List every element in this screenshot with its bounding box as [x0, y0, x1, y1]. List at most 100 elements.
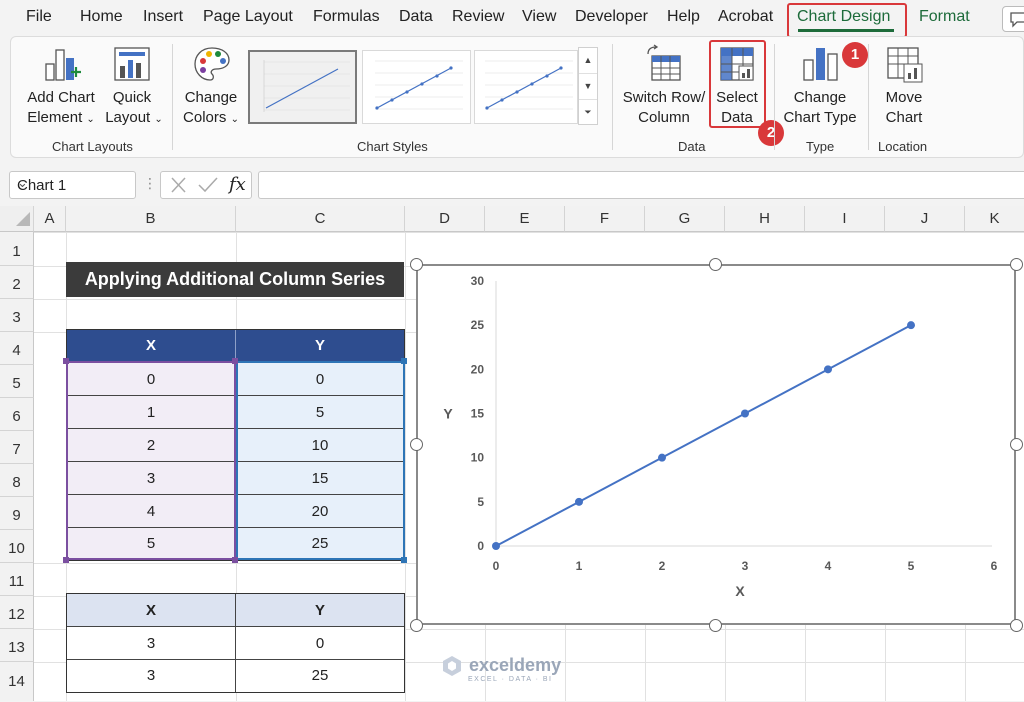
row-header-11[interactable]: 11 — [0, 563, 34, 596]
table2-cell-y[interactable]: 25 — [236, 660, 404, 692]
menu-format[interactable]: Format — [919, 8, 970, 26]
menu-view[interactable]: View — [522, 8, 556, 26]
row-header-7[interactable]: 7 — [0, 431, 34, 464]
chart-resize-handle[interactable] — [410, 619, 423, 632]
menu-formulas[interactable]: Formulas — [313, 8, 380, 26]
col-header-c[interactable]: C — [236, 206, 405, 232]
row-header-12[interactable]: 12 — [0, 596, 34, 629]
col-header-i[interactable]: I — [805, 206, 885, 232]
row-header-4[interactable]: 4 — [0, 332, 34, 365]
chart-resize-handle[interactable] — [709, 619, 722, 632]
scatter-chart[interactable]: 0 5 10 15 20 25 30 0 1 2 3 4 5 6 X Y — [416, 264, 1016, 625]
gallery-up-icon[interactable]: ▲ — [579, 48, 597, 74]
chart-resize-handle[interactable] — [1010, 258, 1023, 271]
move-chart-button[interactable]: Move Chart — [876, 44, 932, 128]
col-header-k[interactable]: K — [965, 206, 1024, 232]
col-header-a[interactable]: A — [34, 206, 66, 232]
range-handle[interactable] — [232, 557, 238, 563]
change-chart-type-label-2: Chart Type — [783, 109, 857, 126]
table2-cell-x[interactable]: 3 — [67, 627, 236, 660]
row-header-14[interactable]: 14 — [0, 662, 34, 701]
chart-style-2[interactable] — [362, 50, 471, 124]
gridline — [405, 232, 406, 701]
group-label-chart-styles: Chart Styles — [357, 139, 428, 154]
menu-page-layout[interactable]: Page Layout — [203, 8, 293, 26]
gallery-scroll[interactable]: ▲ ▼ ⏷ — [578, 47, 598, 125]
add-chart-element-label-2-text: Element — [27, 109, 83, 126]
chart-resize-handle[interactable] — [1010, 619, 1023, 632]
col-header-h[interactable]: H — [725, 206, 805, 232]
chart-style-3[interactable] — [474, 50, 578, 124]
row-header-6[interactable]: 6 — [0, 398, 34, 431]
menu-help[interactable]: Help — [667, 8, 700, 26]
col-header-g[interactable]: G — [645, 206, 725, 232]
menu-data[interactable]: Data — [399, 8, 433, 26]
range-handle[interactable] — [63, 358, 69, 364]
gallery-down-icon[interactable]: ▼ — [579, 74, 597, 100]
name-box[interactable]: Chart 1 ⌄ — [9, 171, 136, 199]
range-handle[interactable] — [63, 557, 69, 563]
col-header-f[interactable]: F — [565, 206, 645, 232]
add-chart-element-label-1: Add Chart — [27, 89, 95, 106]
row-header-1[interactable]: 1 — [0, 232, 34, 266]
comment-icon — [1010, 12, 1024, 28]
range-handle[interactable] — [401, 557, 407, 563]
change-colors-button[interactable]: Change Colors ⌄ — [180, 44, 242, 128]
table1-header-y[interactable]: Y — [236, 330, 404, 362]
row-header-2[interactable]: 2 — [0, 266, 34, 299]
row-header-8[interactable]: 8 — [0, 464, 34, 497]
table2-header-x[interactable]: X — [67, 594, 236, 627]
data-point — [824, 365, 832, 374]
comments-button[interactable] — [1002, 6, 1024, 32]
add-chart-element-button[interactable]: Add Chart Element ⌄ — [22, 44, 100, 128]
row-header-9[interactable]: 9 — [0, 497, 34, 530]
select-all-corner[interactable] — [0, 206, 34, 232]
table2-cell-y[interactable]: 0 — [236, 627, 404, 660]
switch-row-column-button[interactable]: Switch Row/ Column — [620, 44, 708, 128]
range-handle[interactable] — [401, 358, 407, 364]
formula-input[interactable] — [258, 171, 1024, 199]
row-header-10[interactable]: 10 — [0, 530, 34, 563]
col-header-d[interactable]: D — [405, 206, 485, 232]
x-tick-label: 4 — [825, 559, 832, 573]
ribbon-separator — [612, 44, 613, 150]
gallery-more-icon[interactable]: ⏷ — [579, 100, 597, 126]
col-header-e[interactable]: E — [485, 206, 565, 232]
data-point — [492, 542, 500, 550]
change-chart-type-button[interactable]: Change Chart Type — [780, 44, 860, 128]
range-handle[interactable] — [232, 358, 238, 364]
chevron-down-icon: ⌄ — [86, 114, 95, 125]
group-label-type: Type — [806, 139, 835, 154]
menu-acrobat[interactable]: Acrobat — [718, 8, 773, 26]
watermark-tagline: EXCEL · DATA · BI — [468, 676, 553, 683]
col-header-b[interactable]: B — [66, 206, 236, 232]
table2-cell-x[interactable]: 3 — [67, 660, 236, 692]
row-header-13[interactable]: 13 — [0, 629, 34, 662]
row-header-5[interactable]: 5 — [0, 365, 34, 398]
menu-file[interactable]: File — [26, 8, 52, 26]
chart-resize-handle[interactable] — [410, 258, 423, 271]
switch-row-column-label-1: Switch Row/ — [622, 89, 706, 106]
insert-function-icon[interactable]: fx — [229, 174, 246, 195]
row-header-3[interactable]: 3 — [0, 299, 34, 332]
quick-layout-button[interactable]: Quick Layout ⌄ — [104, 44, 164, 128]
menu-insert[interactable]: Insert — [143, 8, 183, 26]
menu-developer[interactable]: Developer — [575, 8, 648, 26]
chart-resize-handle[interactable] — [1010, 438, 1023, 451]
menu-home[interactable]: Home — [80, 8, 123, 26]
table1-header-x[interactable]: X — [67, 330, 236, 362]
menu-review[interactable]: Review — [452, 8, 504, 26]
y-tick-label: 0 — [477, 539, 484, 553]
change-colors-label-2-text: Colors — [183, 109, 227, 126]
formula-buttons: fx — [160, 171, 252, 199]
chart-resize-handle[interactable] — [410, 438, 423, 451]
y-tick-label: 25 — [471, 318, 485, 332]
chart-resize-handle[interactable] — [709, 258, 722, 271]
chevron-down-icon[interactable]: ⌄ — [17, 175, 129, 191]
chart-style-1[interactable] — [248, 50, 357, 124]
table2-header-y[interactable]: Y — [236, 594, 404, 627]
col-header-j[interactable]: J — [885, 206, 965, 232]
move-chart-label-1: Move — [885, 89, 923, 106]
chevron-down-icon: ⌄ — [230, 114, 239, 125]
data-table-2: X Y 3 0 3 25 — [66, 593, 405, 693]
